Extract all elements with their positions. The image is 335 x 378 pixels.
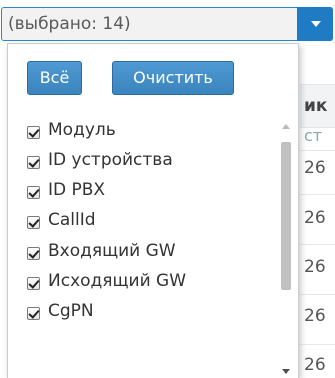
options-list: Модуль ID устройства ID PBX CallId Входя… (24, 119, 282, 378)
option-checkbox[interactable] (27, 126, 40, 139)
clear-button[interactable]: Очистить (112, 61, 234, 95)
background-row-divider (300, 194, 335, 195)
multiselect-dropdown: Всё Очистить Модуль ID устройства ID PBX… (7, 43, 299, 378)
background-row-value: 26 (304, 355, 326, 375)
background-row-divider (300, 294, 335, 295)
columns-multiselect[interactable]: (выбрано: 14) (1, 7, 333, 41)
background-header-text: ик (304, 96, 328, 116)
option-pbx-id[interactable]: ID PBX (24, 179, 274, 209)
option-label: Исходящий GW (48, 271, 187, 291)
multiselect-summary: (выбрано: 14) (8, 14, 131, 34)
option-checkbox[interactable] (27, 277, 40, 290)
dropdown-toggle-button[interactable] (297, 7, 333, 41)
scrollbar-thumb[interactable] (281, 142, 291, 290)
option-checkbox[interactable] (27, 186, 40, 199)
background-row-divider (300, 344, 335, 345)
background-row-value: 26 (304, 306, 326, 326)
scroll-down-arrow-icon[interactable] (282, 369, 290, 374)
background-row-divider (300, 150, 335, 151)
background-subheader-text: ст (304, 126, 323, 145)
option-cgpn[interactable]: CgPN (24, 300, 274, 330)
caret-down-icon (311, 21, 321, 27)
option-incoming-gw[interactable]: Входящий GW (24, 240, 274, 270)
option-label: CgPN (48, 301, 94, 321)
option-outgoing-gw[interactable]: Исходящий GW (24, 270, 274, 300)
option-checkbox[interactable] (27, 307, 40, 320)
options-scrollbar[interactable] (278, 120, 294, 378)
option-label: Модуль (48, 120, 116, 140)
option-label: ID устройства (48, 150, 173, 170)
background-row-divider (300, 244, 335, 245)
background-row-value: 26 (304, 158, 326, 178)
option-checkbox[interactable] (27, 247, 40, 260)
option-label: ID PBX (48, 180, 106, 200)
option-callid[interactable]: CallId (24, 209, 274, 239)
option-label: CallId (48, 210, 96, 230)
background-row-value: 26 (304, 257, 326, 277)
select-all-button[interactable]: Всё (27, 61, 82, 95)
option-module[interactable]: Модуль (24, 119, 274, 149)
option-label: Входящий GW (48, 241, 176, 261)
option-device-id[interactable]: ID устройства (24, 149, 274, 179)
background-row-value: 26 (304, 208, 326, 228)
multiselect-screen: ик ст 26 26 26 26 26 (выбрано: 14) Всё О… (0, 0, 335, 378)
option-checkbox[interactable] (27, 216, 40, 229)
scroll-up-arrow-icon[interactable] (282, 124, 290, 129)
option-checkbox[interactable] (27, 156, 40, 169)
